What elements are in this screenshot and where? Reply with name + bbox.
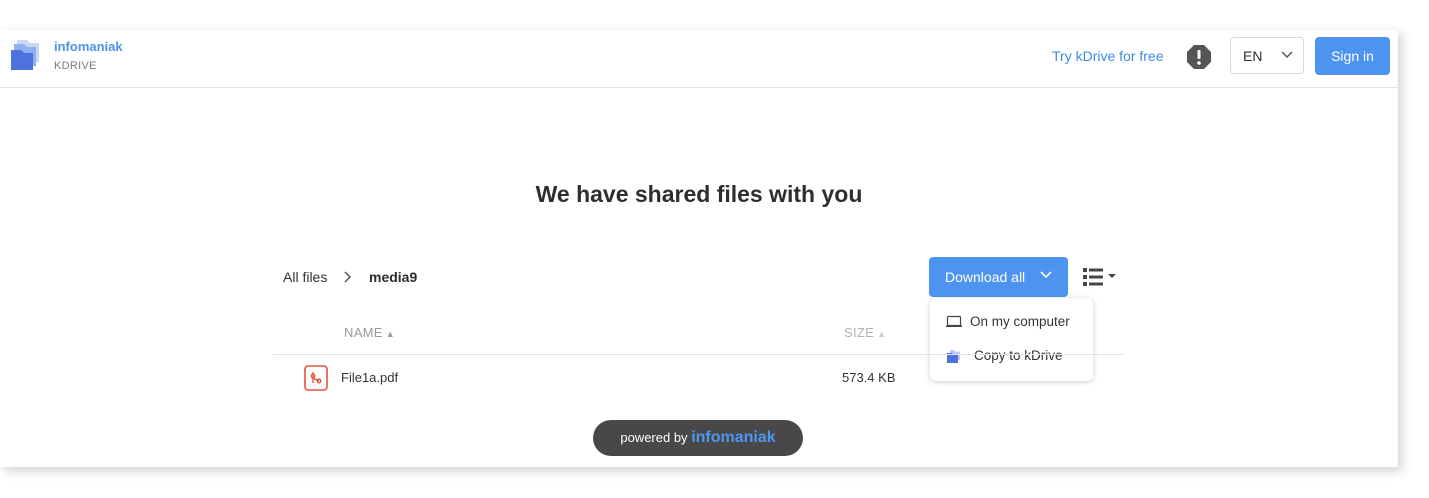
file-size: 573.4 KB	[842, 370, 896, 385]
brand-name: infomaniak	[54, 39, 123, 54]
sign-in-button[interactable]: Sign in	[1315, 37, 1390, 75]
chevron-right-icon	[344, 271, 352, 283]
page-title: We have shared files with you	[535, 181, 863, 207]
try-kdrive-link[interactable]: Try kDrive for free	[1052, 48, 1164, 64]
table-row[interactable]: File1a.pdf 573.4 KB	[273, 356, 1123, 400]
download-all-button[interactable]: Download all	[929, 257, 1068, 297]
top-header: infomaniak KDRIVE Try kDrive for free EN…	[0, 30, 1398, 88]
sort-asc-icon: ▲	[385, 329, 395, 339]
alert-icon[interactable]	[1186, 44, 1212, 70]
powered-by-brand: infomaniak	[691, 429, 776, 446]
kdrive-logo-icon	[11, 40, 39, 70]
menu-item-on-my-computer[interactable]: On my computer	[930, 305, 1093, 339]
language-select[interactable]: EN	[1230, 37, 1304, 74]
breadcrumb-all-files[interactable]: All files	[283, 269, 327, 285]
pdf-file-icon	[304, 365, 328, 391]
column-header-size[interactable]: SIZE ▲	[844, 325, 886, 340]
powered-by-badge[interactable]: powered by infomaniak	[593, 420, 803, 456]
product-name: KDRIVE	[54, 60, 97, 72]
breadcrumb-current: media9	[369, 269, 418, 285]
powered-by-text: powered by	[620, 430, 688, 445]
laptop-icon	[946, 315, 962, 327]
column-header-name[interactable]: NAME ▲	[344, 325, 395, 340]
menu-item-label: On my computer	[970, 314, 1070, 329]
download-all-label: Download all	[945, 269, 1026, 285]
list-view-toggle-icon[interactable]	[1082, 267, 1120, 287]
sort-asc-icon: ▲	[877, 329, 887, 339]
chevron-down-icon	[1040, 271, 1052, 279]
column-header-label: NAME	[344, 325, 383, 340]
table-divider	[273, 354, 1123, 355]
column-header-label: SIZE	[844, 325, 875, 340]
chevron-down-icon	[1281, 51, 1293, 59]
file-name: File1a.pdf	[341, 370, 399, 385]
app-frame: infomaniak KDRIVE Try kDrive for free EN…	[0, 30, 1398, 467]
language-value: EN	[1243, 48, 1263, 64]
